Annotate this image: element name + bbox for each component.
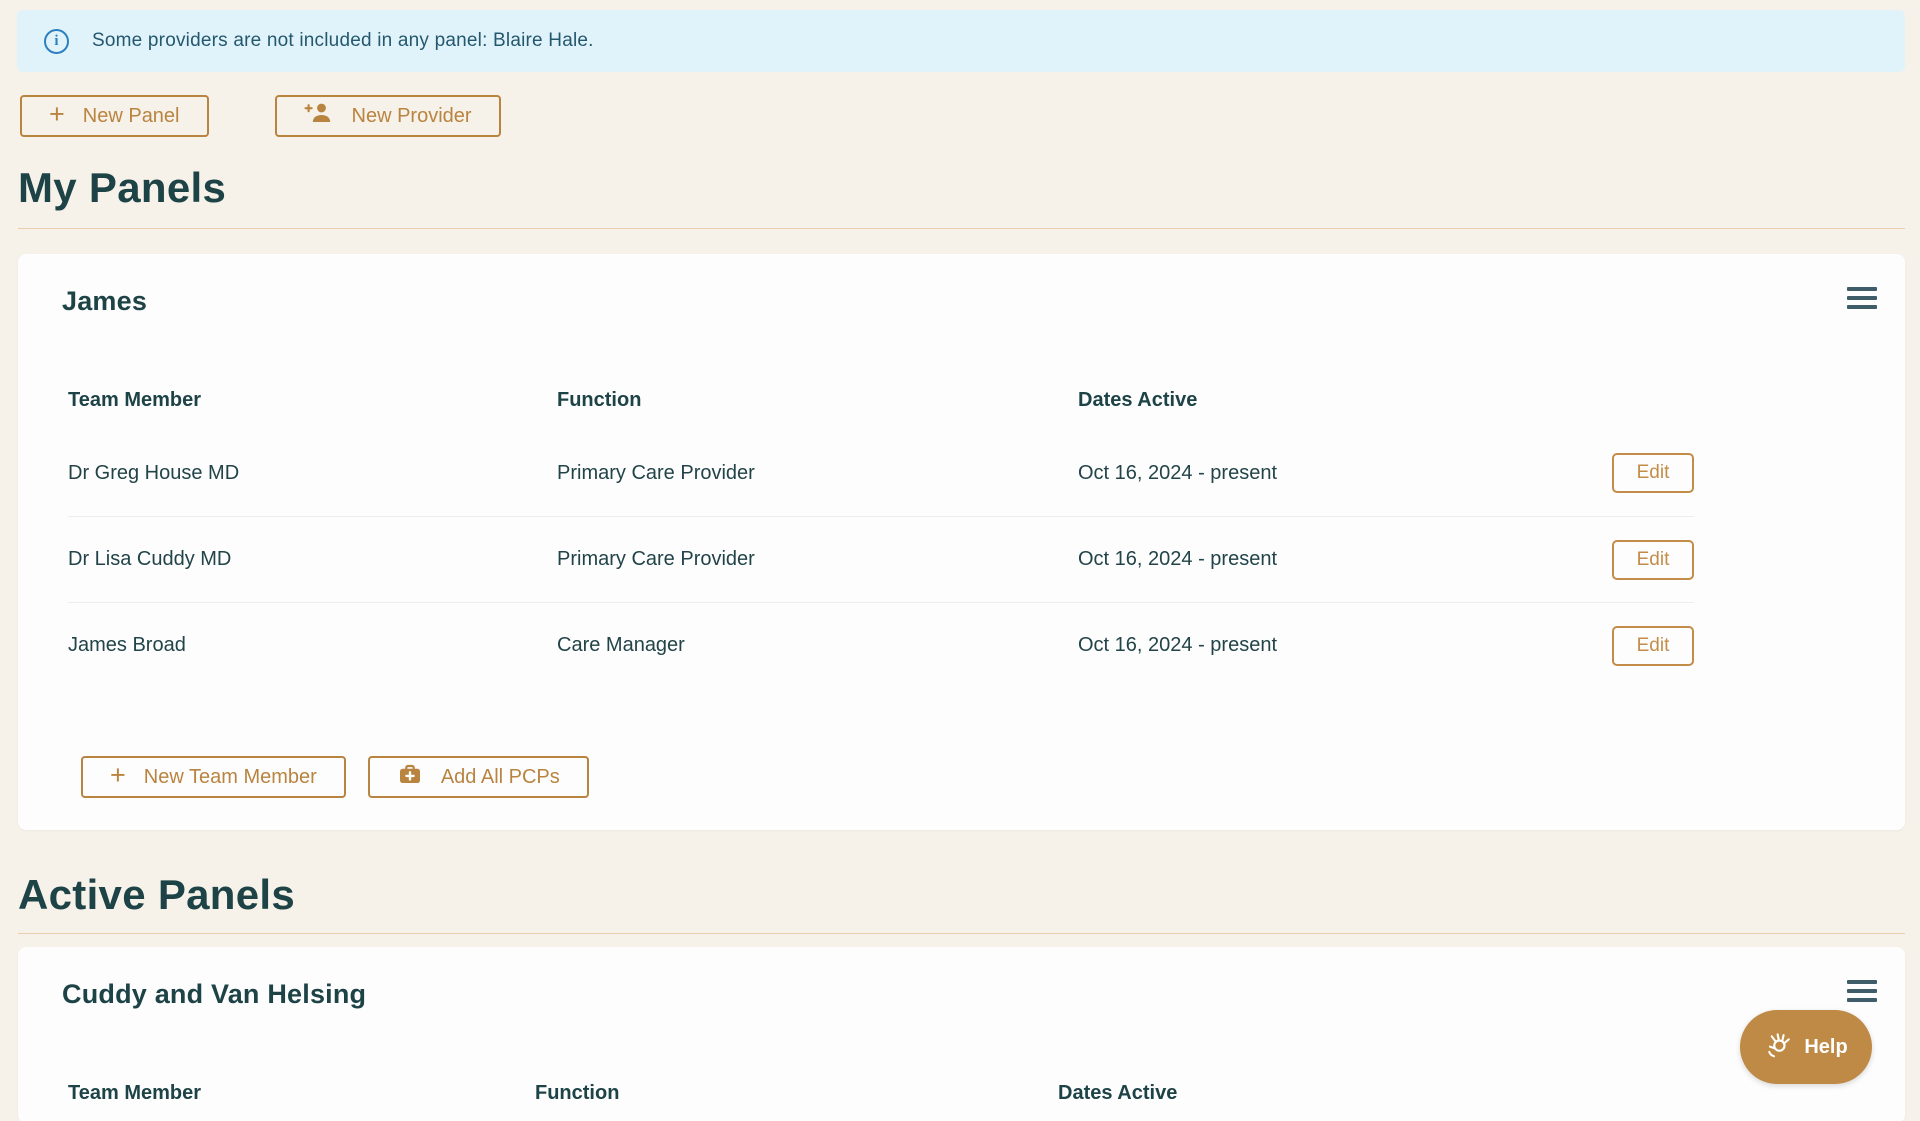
- info-banner: i Some providers are not included in any…: [17, 10, 1905, 72]
- new-team-member-label: New Team Member: [144, 766, 317, 789]
- wave-icon: [1764, 1029, 1794, 1065]
- table-row: James Broad Care Manager Oct 16, 2024 - …: [68, 602, 1694, 688]
- cell-dates-active: Oct 16, 2024 - present: [1078, 462, 1612, 485]
- cell-team-member: Dr Greg House MD: [68, 462, 557, 485]
- active-panels-heading: Active Panels: [18, 871, 1920, 919]
- cell-team-member: Dr Lisa Cuddy MD: [68, 548, 557, 571]
- panel-card-cuddy-van-helsing: Cuddy and Van Helsing Team Member Functi…: [18, 947, 1905, 1121]
- column-dates-active: Dates Active: [1078, 389, 1612, 412]
- table-row: Dr Lisa Cuddy MD Primary Care Provider O…: [68, 516, 1694, 602]
- cell-function: Primary Care Provider: [557, 548, 1078, 571]
- my-panels-heading: My Panels: [18, 164, 1920, 212]
- column-function: Function: [535, 1082, 1058, 1105]
- cell-function: Primary Care Provider: [557, 462, 1078, 485]
- new-panel-label: New Panel: [83, 105, 180, 128]
- new-team-member-button[interactable]: + New Team Member: [81, 756, 346, 798]
- cell-dates-active: Oct 16, 2024 - present: [1078, 634, 1612, 657]
- new-provider-label: New Provider: [352, 105, 472, 128]
- column-team-member: Team Member: [68, 389, 557, 412]
- cell-team-member: James Broad: [68, 634, 557, 657]
- info-icon: i: [44, 29, 69, 54]
- add-all-pcps-label: Add All PCPs: [441, 766, 560, 789]
- column-team-member: Team Member: [68, 1082, 535, 1105]
- cell-dates-active: Oct 16, 2024 - present: [1078, 548, 1612, 571]
- help-label: Help: [1804, 1036, 1847, 1059]
- new-provider-button[interactable]: New Provider: [275, 95, 501, 137]
- toolbar: + New Panel New Provider: [20, 95, 1920, 137]
- banner-message: Some providers are not included in any p…: [92, 30, 594, 52]
- medical-bag-icon: [397, 762, 423, 792]
- cell-function: Care Manager: [557, 634, 1078, 657]
- person-add-icon: [304, 101, 334, 131]
- panel-title: James: [62, 284, 1905, 318]
- card-actions: + New Team Member Add All PCPs: [81, 756, 1905, 798]
- column-function: Function: [557, 389, 1078, 412]
- table-row: Dr Greg House MD Primary Care Provider O…: [68, 430, 1694, 516]
- column-dates-active: Dates Active: [1058, 1082, 1592, 1105]
- edit-button[interactable]: Edit: [1612, 540, 1694, 580]
- add-all-pcps-button[interactable]: Add All PCPs: [368, 756, 589, 798]
- active-panels-divider: [18, 933, 1905, 934]
- new-panel-button[interactable]: + New Panel: [20, 95, 209, 137]
- table-header-row: Team Member Function Dates Active: [68, 1063, 1694, 1121]
- hamburger-menu-icon[interactable]: [1847, 980, 1877, 1002]
- team-table: Team Member Function Dates Active: [68, 1063, 1694, 1121]
- table-header-row: Team Member Function Dates Active: [68, 370, 1694, 430]
- edit-button[interactable]: Edit: [1612, 626, 1694, 666]
- plus-icon: +: [49, 101, 65, 128]
- help-button[interactable]: Help: [1740, 1010, 1872, 1084]
- edit-button[interactable]: Edit: [1612, 453, 1694, 493]
- hamburger-menu-icon[interactable]: [1847, 287, 1877, 309]
- team-table: Team Member Function Dates Active Dr Gre…: [68, 370, 1694, 688]
- plus-icon: +: [110, 762, 126, 789]
- my-panels-divider: [18, 228, 1905, 229]
- panel-card-james: James Team Member Function Dates Active …: [18, 254, 1905, 830]
- panel-title: Cuddy and Van Helsing: [62, 977, 1905, 1011]
